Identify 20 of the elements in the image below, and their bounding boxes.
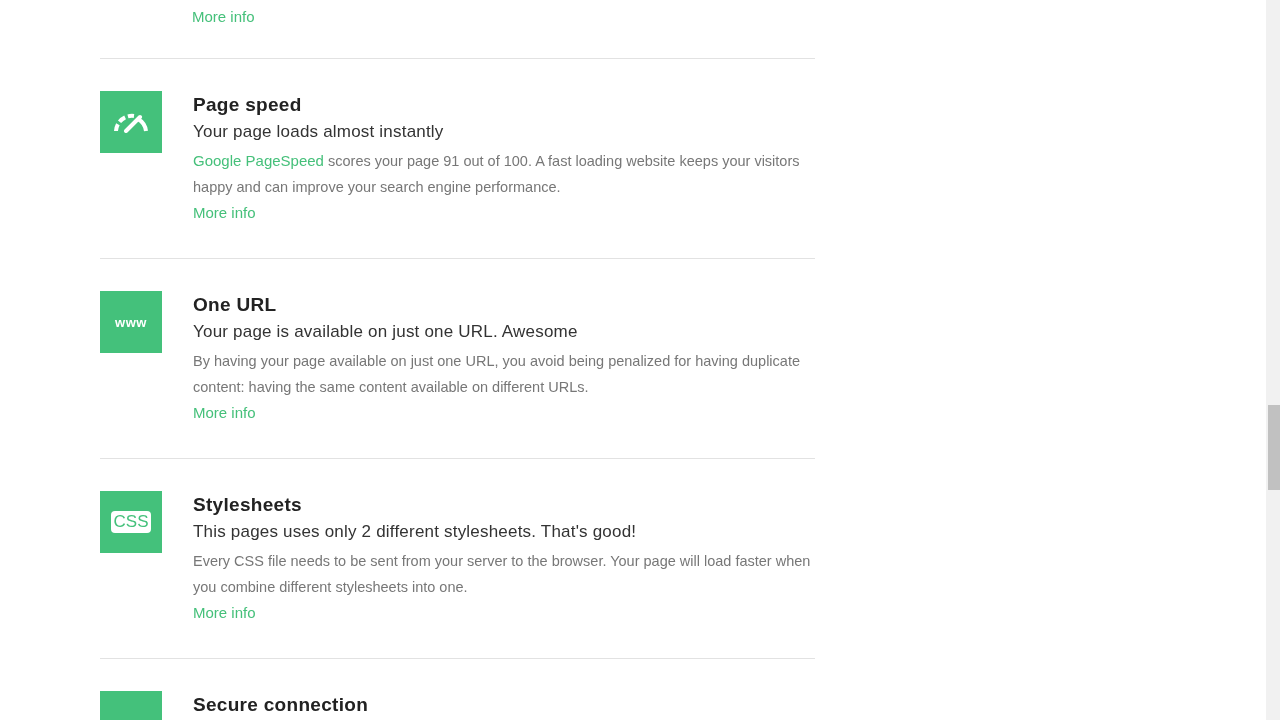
- section-subtitle: Your page is available on just one URL. Awesome: [193, 322, 579, 342]
- more-info-link[interactable]: More info: [193, 404, 256, 421]
- section-title: Secure connection: [193, 694, 370, 716]
- scrollbar[interactable]: [1266, 0, 1280, 720]
- section-subtitle: Your page loads almost instantly: [193, 122, 445, 142]
- section-description: Google PageSpeed scores your page 91 out of 100. A fast loading website keeps your visitors happy and can improve your search engine performance.: [193, 151, 801, 197]
- section-title: One URL: [193, 294, 278, 316]
- section-description: Every CSS file needs to be sent from your server to the browser. Your page will load faster when you combine different stylesheets into one.: [193, 552, 812, 597]
- more-info-link[interactable]: More info: [193, 604, 256, 621]
- more-info-link[interactable]: More info: [192, 8, 255, 25]
- icon-label: CSS: [110, 511, 152, 533]
- pagespeed-link[interactable]: Google PageSpeed: [193, 152, 324, 169]
- gauge-icon: [112, 111, 150, 133]
- icon-label: www: [115, 314, 147, 330]
- section-description: By having your page available on just one URL, you avoid being penalized for having duplicate content: having the same content available on different URLs.: [193, 352, 801, 397]
- more-info-link[interactable]: More info: [193, 204, 256, 221]
- section-subtitle: This pages uses only 2 different stylesheets. That's good!: [193, 522, 638, 542]
- section-title: Stylesheets: [193, 494, 303, 516]
- section-title: Page speed: [193, 94, 303, 116]
- scrollbar-thumb[interactable]: [1268, 405, 1280, 490]
